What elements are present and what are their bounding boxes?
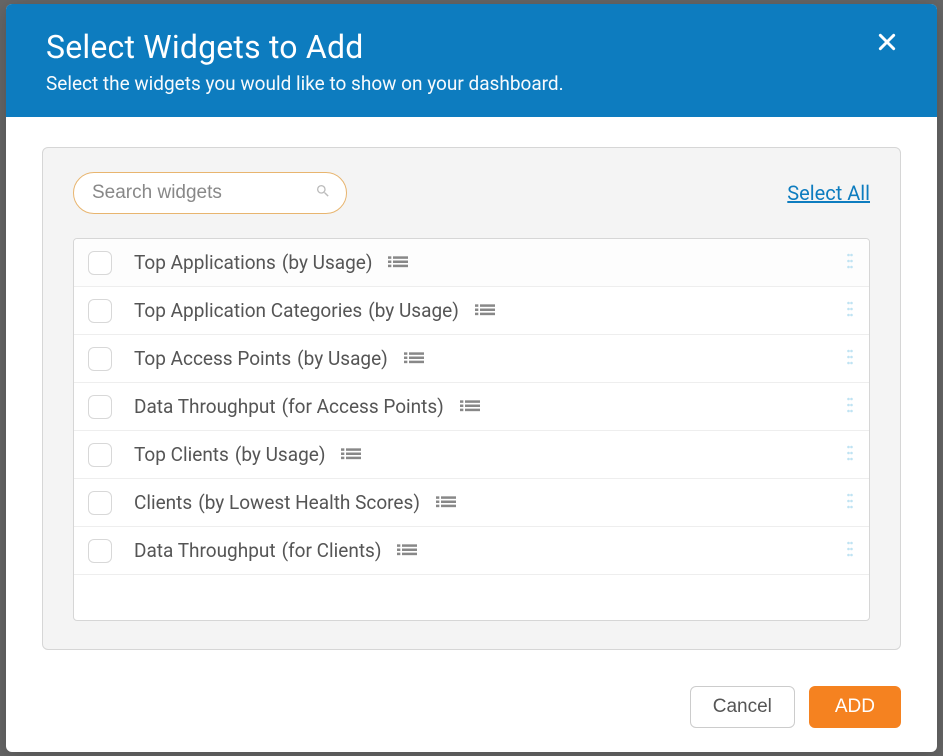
widget-checkbox[interactable] [88,491,112,515]
widget-qualifier: (by Usage) [282,251,373,274]
widget-checkbox[interactable] [88,539,112,563]
widget-name: Data Throughput [134,539,276,562]
drag-handle-icon[interactable] [843,445,857,465]
widget-list-wrapper: Top Applications (by Usage)Top Applicati… [73,238,870,621]
widget-checkbox[interactable] [88,395,112,419]
widget-checkbox[interactable] [88,347,112,371]
table-icon [404,352,424,366]
widget-qualifier: (for Clients) [282,539,382,562]
drag-handle-icon[interactable] [843,541,857,561]
widget-label: Data Throughput (for Clients) [134,539,843,562]
modal-subtitle: Select the widgets you would like to sho… [46,72,897,95]
close-icon [877,32,897,52]
widget-qualifier: (by Usage) [297,347,388,370]
close-button[interactable] [877,32,901,56]
drag-handle-icon[interactable] [843,253,857,273]
widget-qualifier: (by Lowest Health Scores) [198,491,420,514]
widget-label: Top Applications (by Usage) [134,251,843,274]
select-widgets-modal: Select Widgets to Add Select the widgets… [6,4,937,752]
widget-checkbox[interactable] [88,251,112,275]
widget-row[interactable]: Top Access Points (by Usage) [74,335,869,383]
widget-name: Top Application Categories [134,299,362,322]
widget-row[interactable]: Top Clients (by Usage) [74,431,869,479]
modal-header: Select Widgets to Add Select the widgets… [6,4,937,117]
widget-name: Clients [134,491,192,514]
table-icon [436,496,456,510]
widget-label: Clients (by Lowest Health Scores) [134,491,843,514]
table-icon [388,256,408,270]
widget-list[interactable]: Top Applications (by Usage)Top Applicati… [74,239,869,620]
table-icon [397,544,417,558]
drag-handle-icon[interactable] [843,301,857,321]
widget-label: Top Access Points (by Usage) [134,347,843,370]
drag-handle-icon[interactable] [843,397,857,417]
drag-handle-icon[interactable] [843,349,857,369]
widget-qualifier: (by Usage) [368,299,459,322]
widget-label: Top Application Categories (by Usage) [134,299,843,322]
widget-label: Top Clients (by Usage) [134,443,843,466]
widget-panel: Select All Top Applications (by Usage)To… [42,147,901,650]
select-all-link[interactable]: Select All [787,181,870,205]
widget-row[interactable]: Clients (by Lowest Health Scores) [74,479,869,527]
widget-label: Data Throughput (for Access Points) [134,395,843,418]
table-icon [341,448,361,462]
widget-checkbox[interactable] [88,443,112,467]
add-button[interactable]: ADD [809,686,901,728]
modal-title: Select Widgets to Add [46,28,897,66]
table-icon [460,400,480,414]
widget-row[interactable]: Data Throughput (for Access Points) [74,383,869,431]
widget-name: Data Throughput [134,395,276,418]
widget-name: Top Clients [134,443,229,466]
drag-handle-icon[interactable] [843,493,857,513]
cancel-button[interactable]: Cancel [690,686,795,728]
widget-qualifier: (by Usage) [235,443,326,466]
widget-name: Top Access Points [134,347,291,370]
widget-name: Top Applications [134,251,276,274]
search-wrapper [73,172,347,214]
panel-top: Select All [73,172,870,214]
modal-body: Select All Top Applications (by Usage)To… [6,117,937,668]
widget-row[interactable]: Top Application Categories (by Usage) [74,287,869,335]
widget-qualifier: (for Access Points) [282,395,444,418]
modal-footer: Cancel ADD [6,668,937,752]
widget-checkbox[interactable] [88,299,112,323]
search-input[interactable] [73,172,347,214]
widget-row[interactable]: Data Throughput (for Clients) [74,527,869,575]
widget-row[interactable]: Top Applications (by Usage) [74,239,869,287]
table-icon [475,304,495,318]
